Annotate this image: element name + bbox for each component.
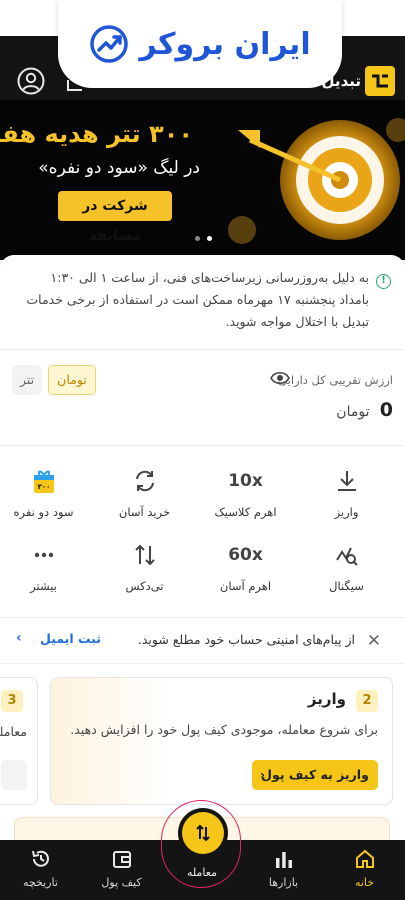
- step-number: 2: [356, 690, 378, 712]
- action-label: سیگنال: [329, 579, 364, 593]
- action-label: سود دو نفره: [13, 505, 74, 519]
- step-title: واریز: [307, 690, 346, 708]
- tab-label: تاریخچه: [23, 876, 58, 889]
- tab-trade-label: معامله: [187, 866, 217, 879]
- tab-label: خانه: [354, 876, 375, 889]
- divider: [0, 663, 405, 664]
- deposit-wallet-button[interactable]: واریز به کیف پول ‹: [252, 760, 378, 790]
- action-label: اهرم کلاسیک: [214, 505, 277, 519]
- brand-badge: تبدیل: [322, 66, 395, 96]
- brand-name: تبدیل: [321, 72, 361, 90]
- action-signal[interactable]: سیگنال: [296, 537, 397, 607]
- logo-chart-icon: [90, 25, 129, 63]
- bar-chart-icon: [275, 852, 292, 868]
- currency-toggle[interactable]: تتر تومان: [12, 365, 96, 395]
- action-tdex[interactable]: تی‌دکس: [94, 537, 195, 607]
- action-easy-buy[interactable]: خرید آسان: [94, 463, 195, 533]
- tab-label: کیف پول: [101, 876, 142, 889]
- home-icon: [355, 849, 374, 868]
- site-logo: ایران بروکر: [58, 0, 342, 88]
- action-easy-leverage[interactable]: 60x اهرم آسان: [195, 537, 296, 607]
- email-prompt-text: از پیام‌های امنیتی حساب خود مطلع شوید.: [137, 632, 355, 647]
- history-icon: [31, 850, 49, 867]
- action-label: خرید آسان: [118, 505, 171, 519]
- asset-value: 0 تومان: [336, 399, 393, 421]
- divider: [0, 349, 405, 350]
- action-deposit[interactable]: واریز: [296, 463, 397, 533]
- action-label: تی‌دکس: [125, 579, 164, 593]
- more-icon: [34, 552, 53, 558]
- asset-label: ارزش تقریبی کل دارایی: [278, 373, 393, 387]
- asset-currency: تومان: [336, 404, 370, 420]
- step-description: برای شروع معامله، موجودی کیف پول خود را …: [70, 722, 378, 737]
- step-number: 3: [1, 690, 23, 712]
- tab-wallet[interactable]: کیف پول: [81, 840, 162, 900]
- profile-icon[interactable]: [16, 66, 46, 96]
- carousel-dots[interactable]: [195, 236, 212, 241]
- action-label: واریز: [334, 505, 359, 519]
- divider: [0, 445, 405, 446]
- maintenance-notice: به دلیل به‌روزرسانی زیرساخت‌های فنی، از …: [26, 270, 369, 329]
- wallet-icon: [112, 851, 131, 868]
- divider: [0, 617, 405, 618]
- carousel-dot[interactable]: [195, 236, 200, 241]
- refresh-icon: [135, 470, 154, 492]
- step-text: معامله: [0, 724, 27, 739]
- leverage-60x-icon: 60x: [228, 545, 263, 565]
- asset-amount: 0: [379, 399, 393, 421]
- signal-icon: [335, 547, 358, 566]
- gift-icon: ۳۰۰: [33, 470, 54, 493]
- carousel-dot-active[interactable]: [207, 236, 212, 241]
- toggle-toman[interactable]: تومان: [48, 365, 96, 395]
- banner-subtitle: در لیگ «سود دو نفره»: [38, 158, 200, 178]
- tab-home[interactable]: خانه: [324, 840, 405, 900]
- brand-logo-icon: [365, 66, 395, 96]
- swap-icon: [134, 544, 155, 566]
- gift-badge-text: ۳۰۰: [37, 483, 50, 491]
- step-card-next[interactable]: 3 معامله: [0, 677, 38, 805]
- main-card: ! به دلیل به‌روزرسانی زیرساخت‌های فنی، ا…: [0, 255, 405, 840]
- eye-icon[interactable]: [270, 371, 290, 385]
- register-email-link[interactable]: ثبت ایمیل: [40, 631, 101, 646]
- action-label: اهرم آسان: [219, 579, 272, 593]
- tab-markets[interactable]: بازارها: [243, 840, 324, 900]
- logo-text: ایران بروکر: [139, 26, 311, 62]
- deposit-wallet-label: واریز به کیف پول: [261, 767, 369, 782]
- deposit-icon: [337, 471, 356, 491]
- notification-icon[interactable]: [66, 76, 84, 94]
- email-prompt: ✕ از پیام‌های امنیتی حساب خود مطلع شوید.…: [0, 620, 405, 662]
- close-icon[interactable]: ✕: [367, 631, 381, 651]
- action-more[interactable]: بیشتر: [0, 537, 94, 607]
- chevron-left-icon[interactable]: ‹: [16, 630, 22, 646]
- action-classic-leverage[interactable]: 10x اهرم کلاسیک: [195, 463, 296, 533]
- toggle-tether[interactable]: تتر: [12, 365, 43, 395]
- leverage-10x-icon: 10x: [228, 471, 263, 491]
- clock-icon: [1, 760, 27, 790]
- chevron-left-icon: ‹: [260, 768, 265, 782]
- step-card-deposit: 2 واریز برای شروع معامله، موجودی کیف پول…: [50, 677, 393, 805]
- banner-cta-button[interactable]: شرکت در مسابقه: [58, 191, 172, 244]
- action-label: بیشتر: [30, 579, 57, 593]
- action-duo-profit[interactable]: ۳۰۰ سود دو نفره: [0, 463, 94, 533]
- target-arrow-icon: [228, 118, 405, 244]
- banner-title: ۳۰۰ تتر هدیه هفتگی: [0, 120, 193, 148]
- tab-label: بازارها: [268, 876, 299, 889]
- tab-history[interactable]: تاریخچه: [0, 840, 81, 900]
